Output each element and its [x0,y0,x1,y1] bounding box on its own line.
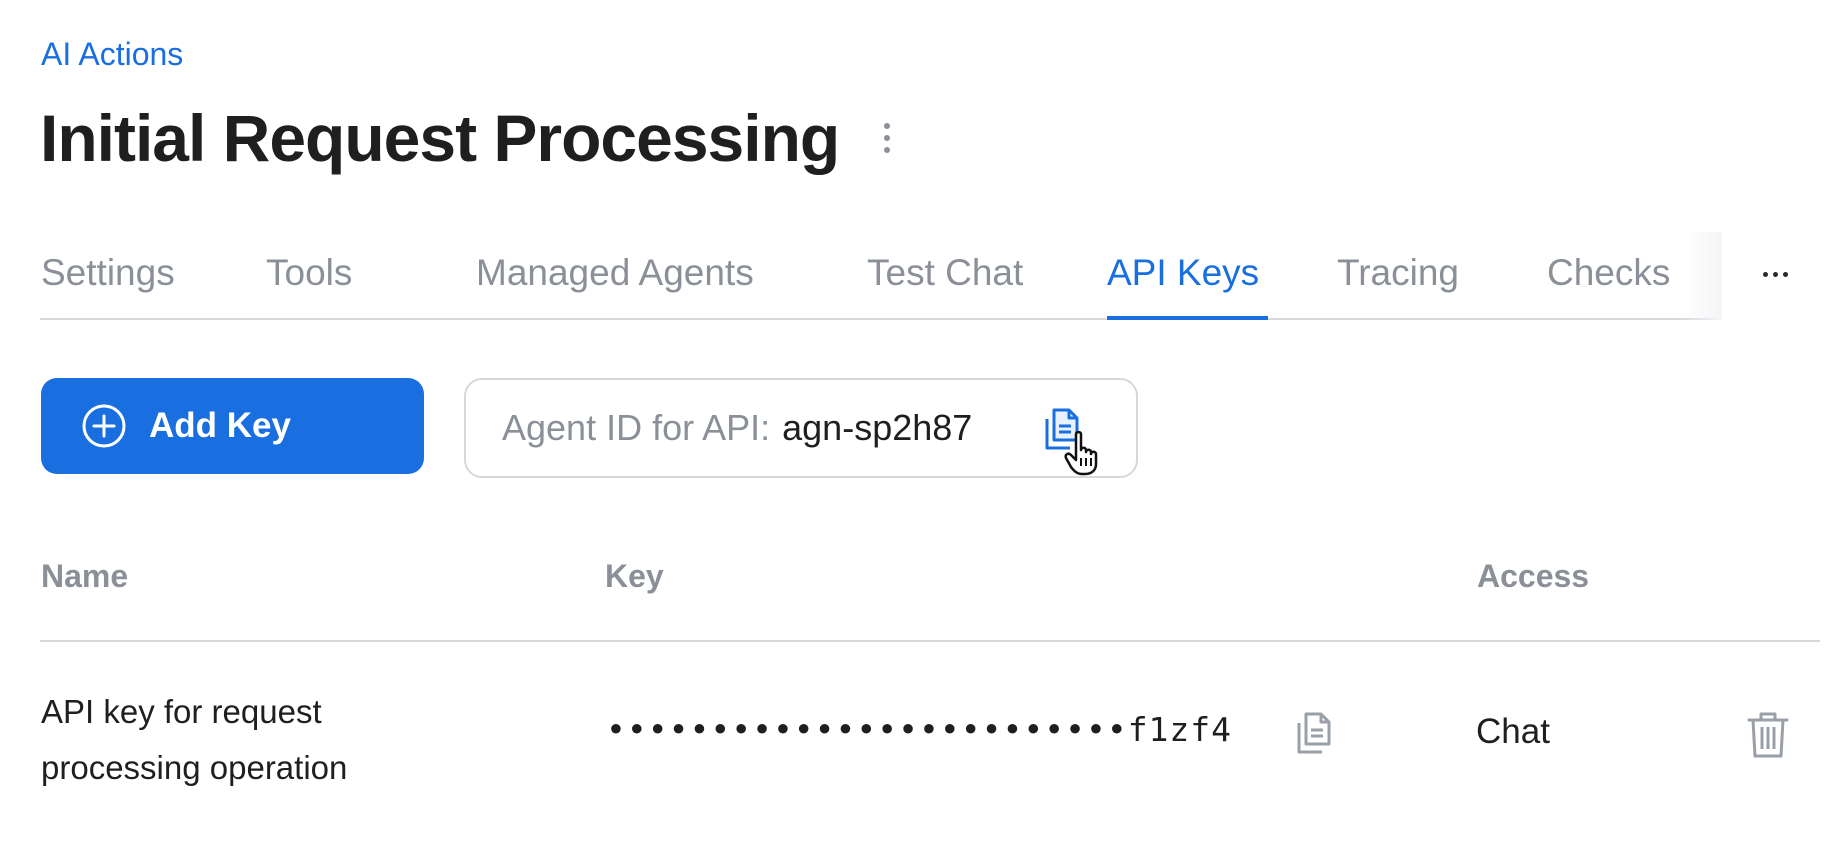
tab-checks[interactable]: Checks [1547,252,1670,294]
table-divider [40,640,1820,642]
title-row: Initial Request Processing [40,100,899,176]
page-title: Initial Request Processing [40,101,840,175]
agent-id-label: Agent ID for API: [502,407,771,448]
tab-tools[interactable]: Tools [266,252,352,294]
agent-id-field: Agent ID for API: agn-sp2h87 [464,378,1138,478]
tab-overflow-fade [1682,232,1722,320]
tab-test-chat[interactable]: Test Chat [867,252,1023,294]
column-header-name: Name [41,558,129,594]
plus-circle-icon [82,404,126,448]
more-vertical-icon[interactable] [875,116,899,160]
column-header-access: Access [1477,558,1590,594]
more-horizontal-icon[interactable] [1755,262,1795,286]
tab-divider [40,318,1720,320]
copy-icon[interactable] [1042,406,1082,452]
column-header-key: Key [605,558,664,594]
tab-managed-agents[interactable]: Managed Agents [476,252,754,294]
api-keys-page: AI Actions Initial Request Processing Se… [0,0,1832,858]
key-name-line: API key for request [41,693,322,730]
copy-icon[interactable] [1294,710,1334,756]
add-key-label: Add Key [149,406,291,445]
tab-tracing[interactable]: Tracing [1337,252,1459,294]
key-value-masked: •••••••••••••••••••••••••f1zf4 [606,710,1233,749]
add-key-button[interactable]: Add Key [41,378,424,474]
key-name-line: processing operation [41,749,348,786]
active-tab-indicator [1107,316,1268,320]
tab-bar: Settings Tools Managed Agents Test Chat … [40,232,1722,320]
tab-settings[interactable]: Settings [41,252,175,294]
key-access: Chat [1476,712,1550,751]
tab-api-keys[interactable]: API Keys [1107,252,1259,294]
breadcrumb-ai-actions[interactable]: AI Actions [41,36,183,73]
key-name: API key for request processing operation [41,684,471,796]
agent-id-value: agn-sp2h87 [782,407,973,448]
trash-icon[interactable] [1746,710,1790,760]
